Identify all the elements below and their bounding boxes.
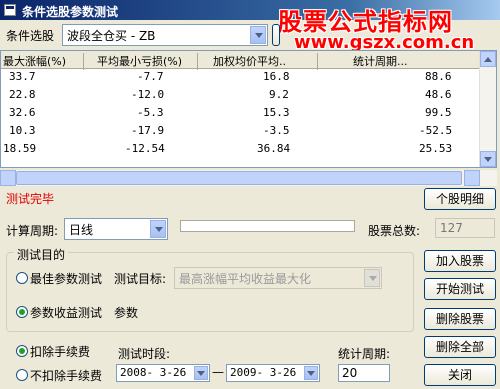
column-header[interactable]: 加权均价平均..: [213, 53, 286, 69]
deduct-fee-label[interactable]: 扣除手续费: [30, 343, 90, 360]
table-row[interactable]: 22.8 -12.0 9.2 48.6: [1, 87, 481, 103]
table-header: 最大涨幅(%) 平均最小亏损(%) 加权均价平均.. 统计周期...: [1, 51, 481, 70]
end-date-picker[interactable]: 2009- 3-26: [226, 364, 320, 382]
test-target-value: 最高涨幅平均收益最大化: [179, 272, 312, 286]
column-header[interactable]: 最大涨幅(%): [3, 53, 66, 69]
chevron-down-icon: [364, 269, 380, 287]
test-period-label: 测试时段:: [118, 347, 171, 361]
param-label: 参数: [114, 306, 139, 320]
scroll-down-icon[interactable]: [480, 151, 496, 167]
chevron-down-icon[interactable]: [304, 366, 318, 380]
scroll-right-icon[interactable]: [464, 170, 480, 186]
condition-value: 波段全仓买 - ZB: [67, 29, 156, 43]
scroll-thumb[interactable]: [16, 171, 462, 185]
start-test-button[interactable]: 开始测试: [424, 278, 496, 300]
deduct-fee-radio[interactable]: [16, 345, 28, 357]
table-row[interactable]: 10.3 -17.9 -3.5 -52.5: [1, 123, 481, 139]
column-header[interactable]: 平均最小亏损(%): [97, 53, 182, 69]
vertical-scrollbar[interactable]: [479, 51, 496, 167]
table-row[interactable]: 18.59 -12.54 36.84 25.53: [1, 141, 481, 157]
chevron-down-icon[interactable]: [250, 26, 266, 44]
progress-bar: [180, 220, 355, 232]
delete-stock-button[interactable]: 删除股票: [424, 308, 496, 330]
chevron-down-icon[interactable]: [150, 220, 166, 238]
horizontal-scrollbar[interactable]: [0, 170, 497, 186]
main-window: 条件选股参数测试 股票公式指标网 www.gszx.com.cn 条件选股 波段…: [0, 0, 500, 389]
param-yield-radio[interactable]: [16, 306, 28, 318]
period-value: 日线: [69, 223, 94, 237]
test-purpose-label: 测试目的: [14, 246, 69, 263]
total-label: 股票总数:: [368, 224, 421, 238]
total-field: 127: [435, 218, 495, 238]
chevron-down-icon[interactable]: [194, 366, 208, 380]
window-title: 条件选股参数测试: [22, 5, 119, 19]
add-stock-button[interactable]: 加入股票: [424, 250, 496, 272]
table-row[interactable]: 32.6 -5.3 15.3 99.5: [1, 105, 481, 121]
condition-label: 条件选股: [6, 29, 55, 43]
start-date-picker[interactable]: 2008- 3-26: [116, 364, 210, 382]
scroll-up-icon[interactable]: [480, 51, 496, 67]
scroll-left-icon[interactable]: [0, 170, 16, 186]
delete-all-button[interactable]: 删除全部: [424, 336, 496, 358]
stat-period-input[interactable]: 20: [338, 364, 390, 382]
app-icon: [4, 4, 16, 16]
table-row[interactable]: 33.7 -7.7 16.8 88.6: [1, 69, 481, 85]
no-deduct-fee-label[interactable]: 不扣除手续费: [30, 367, 102, 384]
test-target-label: 测试目标:: [114, 272, 167, 286]
stat-period-label: 统计周期:: [338, 347, 391, 361]
close-button[interactable]: 关闭: [424, 364, 496, 386]
status-text: 测试完毕: [6, 192, 55, 206]
no-deduct-fee-radio[interactable]: [16, 369, 28, 381]
best-param-radio[interactable]: [16, 272, 28, 284]
stock-detail-button[interactable]: 个股明细: [424, 188, 496, 210]
test-target-select[interactable]: 最高涨幅平均收益最大化: [174, 267, 382, 289]
period-label: 计算周期:: [6, 224, 59, 238]
condition-extra-button[interactable]: [272, 24, 280, 46]
results-table: 最大涨幅(%) 平均最小亏损(%) 加权均价平均.. 统计周期... 33.7 …: [0, 50, 497, 168]
period-select[interactable]: 日线: [64, 218, 168, 240]
param-yield-label[interactable]: 参数收益测试: [30, 304, 102, 321]
column-header[interactable]: 统计周期...: [353, 53, 408, 69]
condition-select[interactable]: 波段全仓买 - ZB: [62, 24, 268, 46]
date-dash: —: [212, 365, 224, 379]
best-param-label[interactable]: 最佳参数测试: [30, 270, 102, 287]
